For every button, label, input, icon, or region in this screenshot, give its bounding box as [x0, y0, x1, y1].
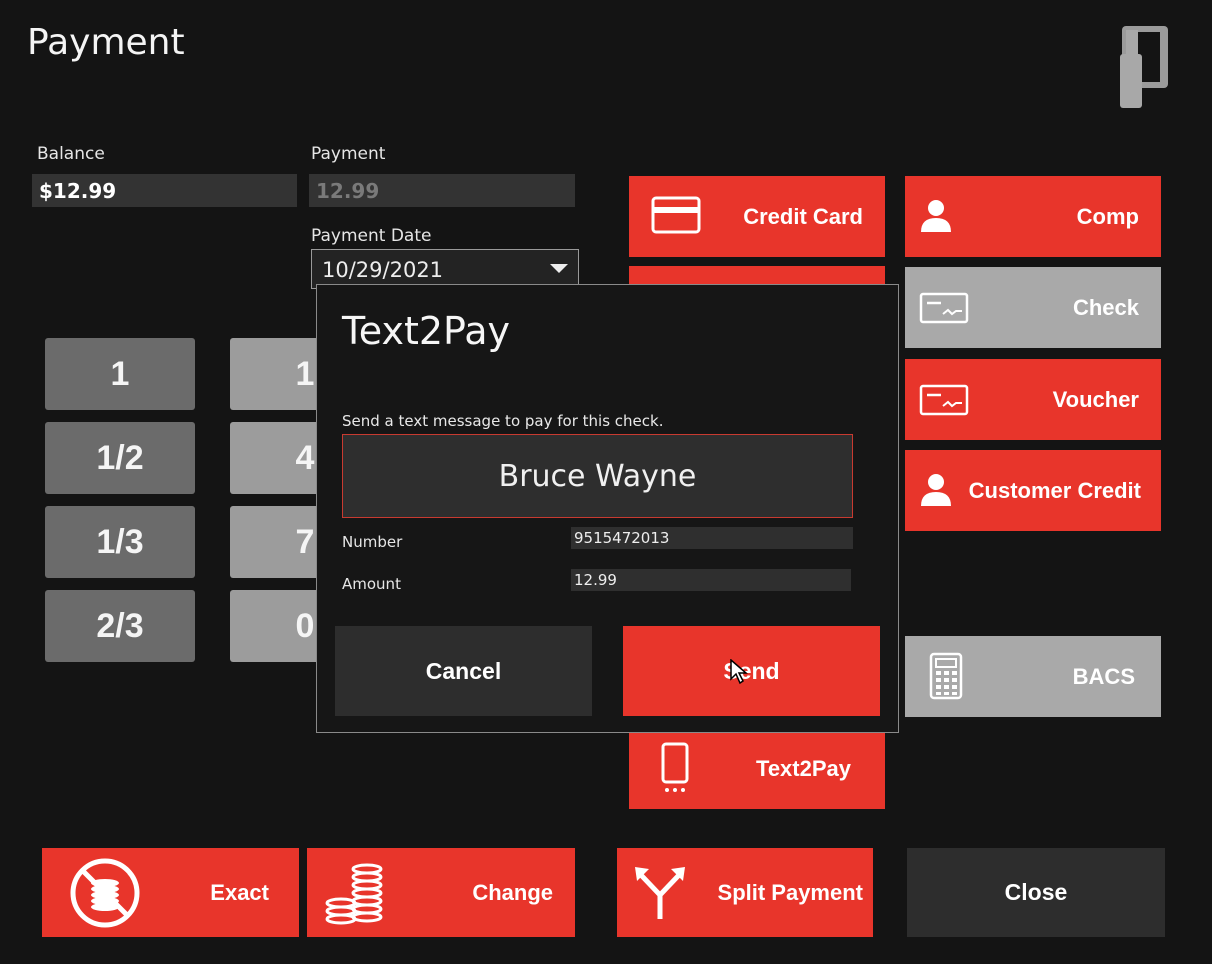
keypad-key-half[interactable]: 1/2	[45, 422, 195, 494]
voucher-icon	[919, 384, 969, 422]
credit-card-button[interactable]: Credit Card	[629, 176, 885, 257]
comp-label: Comp	[1076, 203, 1139, 229]
change-button[interactable]: Change	[307, 848, 575, 937]
amount-input[interactable]: 12.99	[571, 569, 851, 591]
comp-button[interactable]: Comp	[905, 176, 1161, 257]
send-button[interactable]: Send	[623, 626, 880, 716]
credit-card-icon	[651, 196, 701, 240]
calculator-icon	[929, 652, 963, 706]
text2pay-button[interactable]: Text2Pay	[629, 728, 885, 809]
phone-icon	[661, 742, 689, 800]
keypad-key-1-fraction[interactable]: 1	[45, 338, 195, 410]
phone-number-input[interactable]: 9515472013	[571, 527, 853, 549]
no-coins-icon	[68, 857, 142, 935]
payment-date-picker[interactable]: 10/29/2021	[311, 249, 579, 289]
exact-button[interactable]: Exact	[42, 848, 299, 937]
split-payment-button[interactable]: Split Payment	[617, 848, 873, 937]
credit-card-label: Credit Card	[743, 203, 863, 229]
payment-label: Payment	[311, 144, 386, 164]
dialog-title: Text2Pay	[342, 309, 511, 353]
person-icon	[919, 198, 953, 238]
check-button[interactable]: Check	[905, 267, 1161, 348]
text2pay-dialog: Text2Pay Send a text message to pay for …	[316, 284, 899, 733]
number-label: Number	[342, 533, 403, 551]
text2pay-label: Text2Pay	[756, 755, 851, 781]
cancel-button[interactable]: Cancel	[335, 626, 592, 716]
balance-label: Balance	[37, 144, 105, 164]
customer-credit-label: Customer Credit	[968, 477, 1141, 503]
card-reader-icon	[1118, 24, 1170, 110]
dialog-subtitle: Send a text message to pay for this chec…	[342, 412, 664, 430]
bacs-label: BACS	[1072, 663, 1135, 689]
coins-icon	[323, 857, 387, 933]
balance-value: $12.99	[32, 174, 297, 207]
page-title: Payment	[27, 22, 185, 63]
keypad-key-third[interactable]: 1/3	[45, 506, 195, 578]
keypad-key-two-thirds[interactable]: 2/3	[45, 590, 195, 662]
bacs-button[interactable]: BACS	[905, 636, 1161, 717]
split-arrow-icon	[633, 865, 687, 927]
exact-label: Exact	[210, 879, 269, 905]
mouse-cursor-icon	[730, 658, 749, 690]
person-icon	[919, 472, 953, 512]
payment-amount-input[interactable]: 12.99	[309, 174, 575, 207]
amount-label: Amount	[342, 575, 401, 593]
check-label: Check	[1072, 294, 1139, 320]
customer-name-field[interactable]: Bruce Wayne	[342, 434, 853, 518]
close-button[interactable]: Close	[907, 848, 1165, 937]
check-icon	[919, 292, 969, 330]
voucher-label: Voucher	[1052, 386, 1139, 412]
payment-date-value: 10/29/2021	[322, 258, 444, 282]
voucher-button[interactable]: Voucher	[905, 359, 1161, 440]
payment-date-label: Payment Date	[311, 226, 432, 246]
customer-credit-button[interactable]: Customer Credit	[905, 450, 1161, 531]
change-label: Change	[472, 879, 553, 905]
chevron-down-icon	[550, 264, 568, 273]
split-payment-label: Split Payment	[717, 879, 863, 905]
